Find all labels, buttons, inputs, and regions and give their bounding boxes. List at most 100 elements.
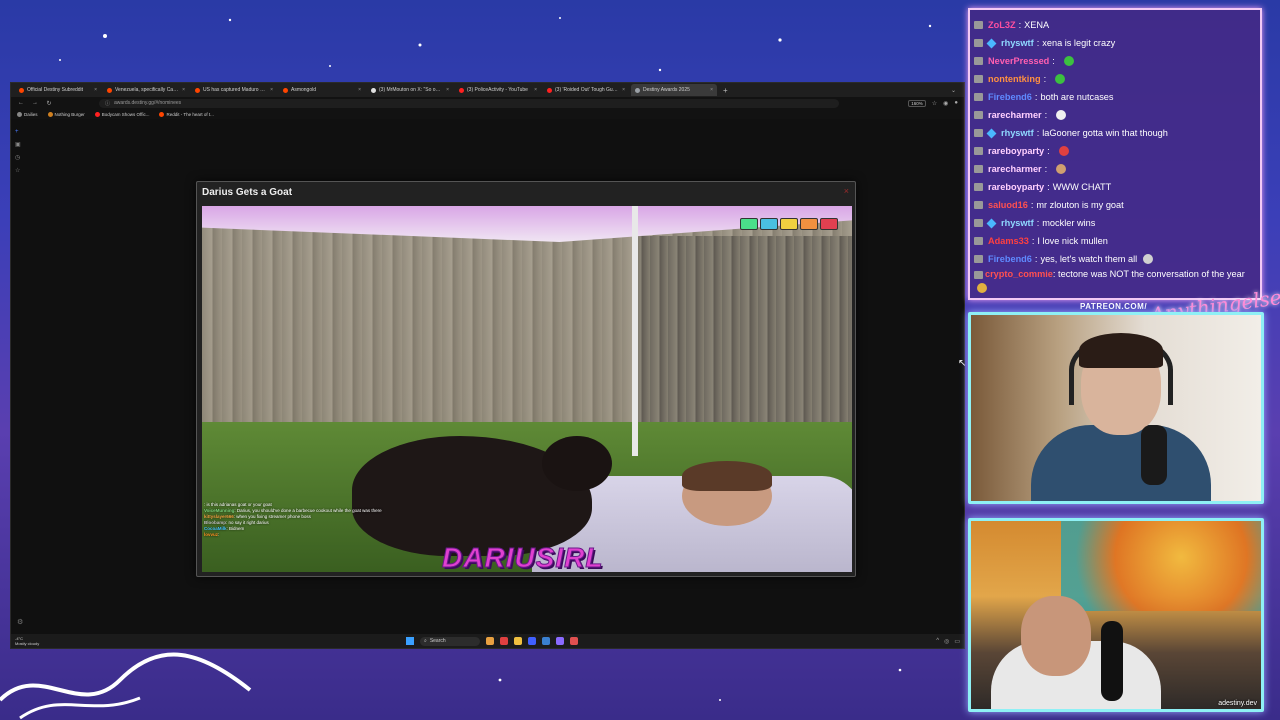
train-car-icon [780,218,798,230]
tab-close-icon[interactable]: × [446,87,449,93]
chat-separator: : [1047,182,1050,192]
bookmark-star-icon[interactable]: ☆ [932,100,937,107]
train-car-icon [760,218,778,230]
tab-close-icon[interactable]: × [358,87,361,93]
chat-username[interactable]: saluod16 [988,196,1028,214]
tray-app-icon[interactable]: ◎ [944,638,949,645]
tray-chevron-icon[interactable]: ^ [936,638,939,645]
browser-tab[interactable]: Official Destiny Subreddit × [15,84,101,96]
tab-label: US has captured Maduro and h [203,87,268,93]
taskbar-app-icon[interactable] [514,637,522,645]
weather-widget[interactable]: -4°C Mostly cloudy [15,636,39,646]
chat-username[interactable]: rhyswtf [1001,34,1034,52]
browser-tab[interactable]: (3) MrMouton on X: "So one o × [367,84,453,96]
bookmark-item[interactable]: Bodycam Shows Offic... [94,111,149,117]
bookmark-item[interactable]: Reddit - The heart of t... [159,111,214,117]
browser-tab[interactable]: (3) 'Roided Out' Tough Guy Fa × [543,84,629,96]
chat-separator: : [1018,20,1022,30]
forward-icon[interactable]: → [31,100,39,106]
chat-username[interactable]: rarecharmer [988,106,1042,124]
tab-close-icon[interactable]: × [182,87,185,93]
browser-tab[interactable]: US has captured Maduro and h × [191,84,277,96]
user-badge-icon [974,129,983,137]
add-icon[interactable]: + [15,129,21,135]
bookmark-item[interactable]: Nothing Burger [47,111,85,117]
new-tab-button[interactable]: + [719,86,732,95]
streamer-hair [1079,333,1163,368]
chat-username[interactable]: rhyswtf [1001,214,1034,232]
taskbar-app-icon[interactable] [500,637,508,645]
nav-right-controls: 160% ☆ ◉ ● [908,99,958,107]
tab-close-icon[interactable]: × [534,87,537,93]
chat-username[interactable]: rareboyparty [988,178,1044,196]
chat-username[interactable]: crypto_commie [985,269,1053,279]
chat-username[interactable]: Adams33 [988,232,1029,250]
bag-icon[interactable]: ▣ [15,141,21,148]
overlay-chat-line: Bloobamp: no say it right darius [204,520,404,525]
extensions-icon[interactable]: ◉ [943,100,948,107]
taskbar-app-icon[interactable] [528,637,536,645]
overlay-chat-user: kittyslayer666 [204,514,234,519]
star-icon[interactable]: ☆ [15,167,21,174]
chat-message: rarecharmer: [974,160,1256,178]
browser-tab[interactable]: Asmongold × [279,84,365,96]
chat-text: yes, let's watch them all [1040,254,1138,264]
chat-message: ZoL3Z: XENA [974,16,1256,34]
browser-tab[interactable]: (3) PoliceActivity - YouTube × [455,84,541,96]
tab-close-icon[interactable]: × [622,87,625,93]
video-tent-pole [632,206,638,456]
overlay-chat-line: : is this adrianas goat or your goat [204,502,404,507]
back-icon[interactable]: ← [17,100,25,106]
profile-icon[interactable]: ● [954,100,958,107]
site-info-icon[interactable]: ⓘ [105,100,110,107]
taskbar-app-icon[interactable] [570,637,578,645]
chat-username[interactable]: NeverPressed [988,52,1049,70]
page-content: + ▣ ◷ ☆ ⚙ Darius Gets a Goat × : is this [11,119,964,634]
emote-icon [1063,56,1074,66]
chat-username[interactable]: nontentking [988,70,1041,88]
streamer-head [1021,596,1091,676]
chat-username[interactable]: Firebend6 [988,88,1032,106]
chat-username[interactable]: ZoL3Z [988,16,1016,34]
taskbar-search[interactable]: ⌕ Search [420,636,480,646]
overlay-chat-msg: : Darius, you should've done a barbecue … [234,508,382,513]
nav-bar: ← → ↻ ⓘ awards.destiny.gg/#/nominees 160… [11,97,964,109]
address-bar[interactable]: ⓘ awards.destiny.gg/#/nominees [99,98,839,108]
user-badge-icon [974,219,983,227]
taskbar-app-icon[interactable] [486,637,494,645]
taskbar-app-icon[interactable] [542,637,550,645]
reload-icon[interactable]: ↻ [45,100,53,107]
settings-gear-icon[interactable]: ⚙ [17,618,23,626]
tab-list-chevron-icon[interactable]: ⌄ [951,87,956,94]
video-player[interactable]: : is this adrianas goat or your goat Voic… [202,206,852,572]
close-icon[interactable]: × [844,186,849,196]
wall-mural [1061,521,1261,611]
chat-username[interactable]: rarecharmer [988,160,1042,178]
emote-icon [977,282,987,293]
tab-favicon-icon [635,87,640,93]
taskbar-app-icon[interactable] [556,637,564,645]
chat-username[interactable]: rareboyparty [988,142,1044,160]
user-badge-icon [974,21,983,29]
search-icon: ⌕ [424,638,427,644]
tab-close-icon[interactable]: × [94,87,97,93]
chat-username[interactable]: Firebend6 [988,250,1032,268]
bookmark-label: Reddit - The heart of t... [166,111,214,117]
tab-label: (3) MrMouton on X: "So one o [379,87,444,93]
zoom-badge[interactable]: 160% [908,99,926,107]
system-tray: ^ ◎ ▭ [936,638,960,645]
tab-close-icon[interactable]: × [270,87,273,93]
browser-tab[interactable]: Destiny Awards 2025 × [631,84,717,96]
tab-favicon-icon [283,87,288,93]
history-icon[interactable]: ◷ [15,154,21,161]
chat-message: rhyswtf: mockler wins [974,214,1256,232]
chat-username[interactable]: rhyswtf [1001,124,1034,142]
user-badge-icon [974,147,983,155]
windows-start-icon[interactable] [406,637,414,645]
tray-network-icon[interactable]: ▭ [954,638,960,645]
bookmark-item[interactable]: Dailies [17,111,38,117]
browser-tab[interactable]: Venezuela, specifically Caracas × [103,84,189,96]
overlay-chat-msg: : no say it right darius [226,520,269,525]
tab-close-icon[interactable]: × [710,87,713,93]
tab-label: (3) 'Roided Out' Tough Guy Fa [555,87,620,93]
